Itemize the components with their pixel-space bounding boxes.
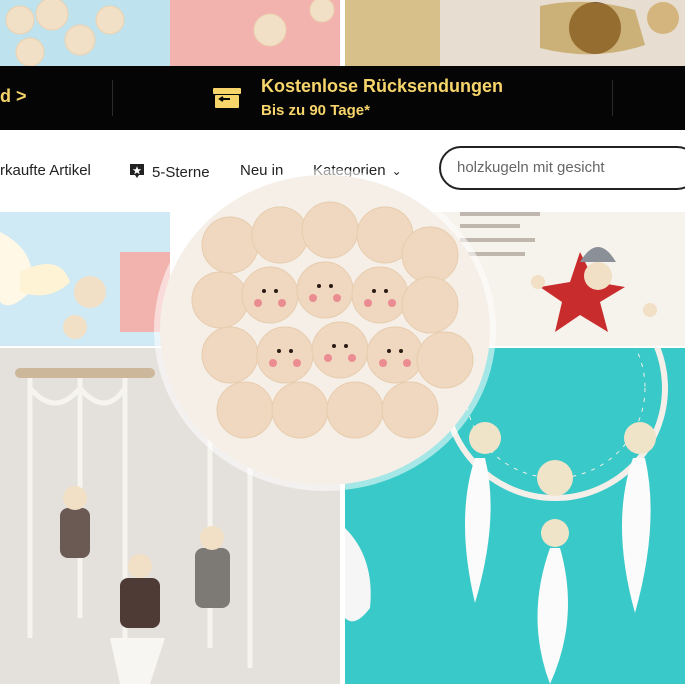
banner-title: Kostenlose Rücksendungen bbox=[261, 76, 504, 96]
nav-bestsellers[interactable]: rkaufte Artikel bbox=[0, 162, 91, 179]
promo-banner: d > Kostenlose Rücksendungen Bis zu 90 T… bbox=[0, 66, 685, 130]
search-input[interactable]: holzkugeln mit gesicht bbox=[439, 146, 685, 190]
banner-divider bbox=[612, 80, 613, 116]
product-image-top-right[interactable] bbox=[345, 0, 685, 66]
product-image-left-top[interactable] bbox=[0, 212, 170, 346]
nav-new-in[interactable]: Neu in bbox=[240, 162, 283, 179]
banner-divider bbox=[112, 80, 113, 116]
chevron-right-icon: > bbox=[16, 86, 27, 106]
product-image-top-left[interactable] bbox=[0, 0, 340, 66]
banner-left-link[interactable]: d > bbox=[0, 86, 27, 107]
return-box-icon bbox=[213, 88, 241, 108]
product-image-center-closeup[interactable] bbox=[160, 175, 490, 485]
banner-subtitle: Bis zu 90 Tage* bbox=[261, 102, 370, 119]
star-badge-icon bbox=[130, 164, 144, 178]
chevron-down-icon: ⌄ bbox=[391, 164, 402, 178]
nav-five-stars[interactable]: 5-Sterne bbox=[128, 162, 210, 181]
